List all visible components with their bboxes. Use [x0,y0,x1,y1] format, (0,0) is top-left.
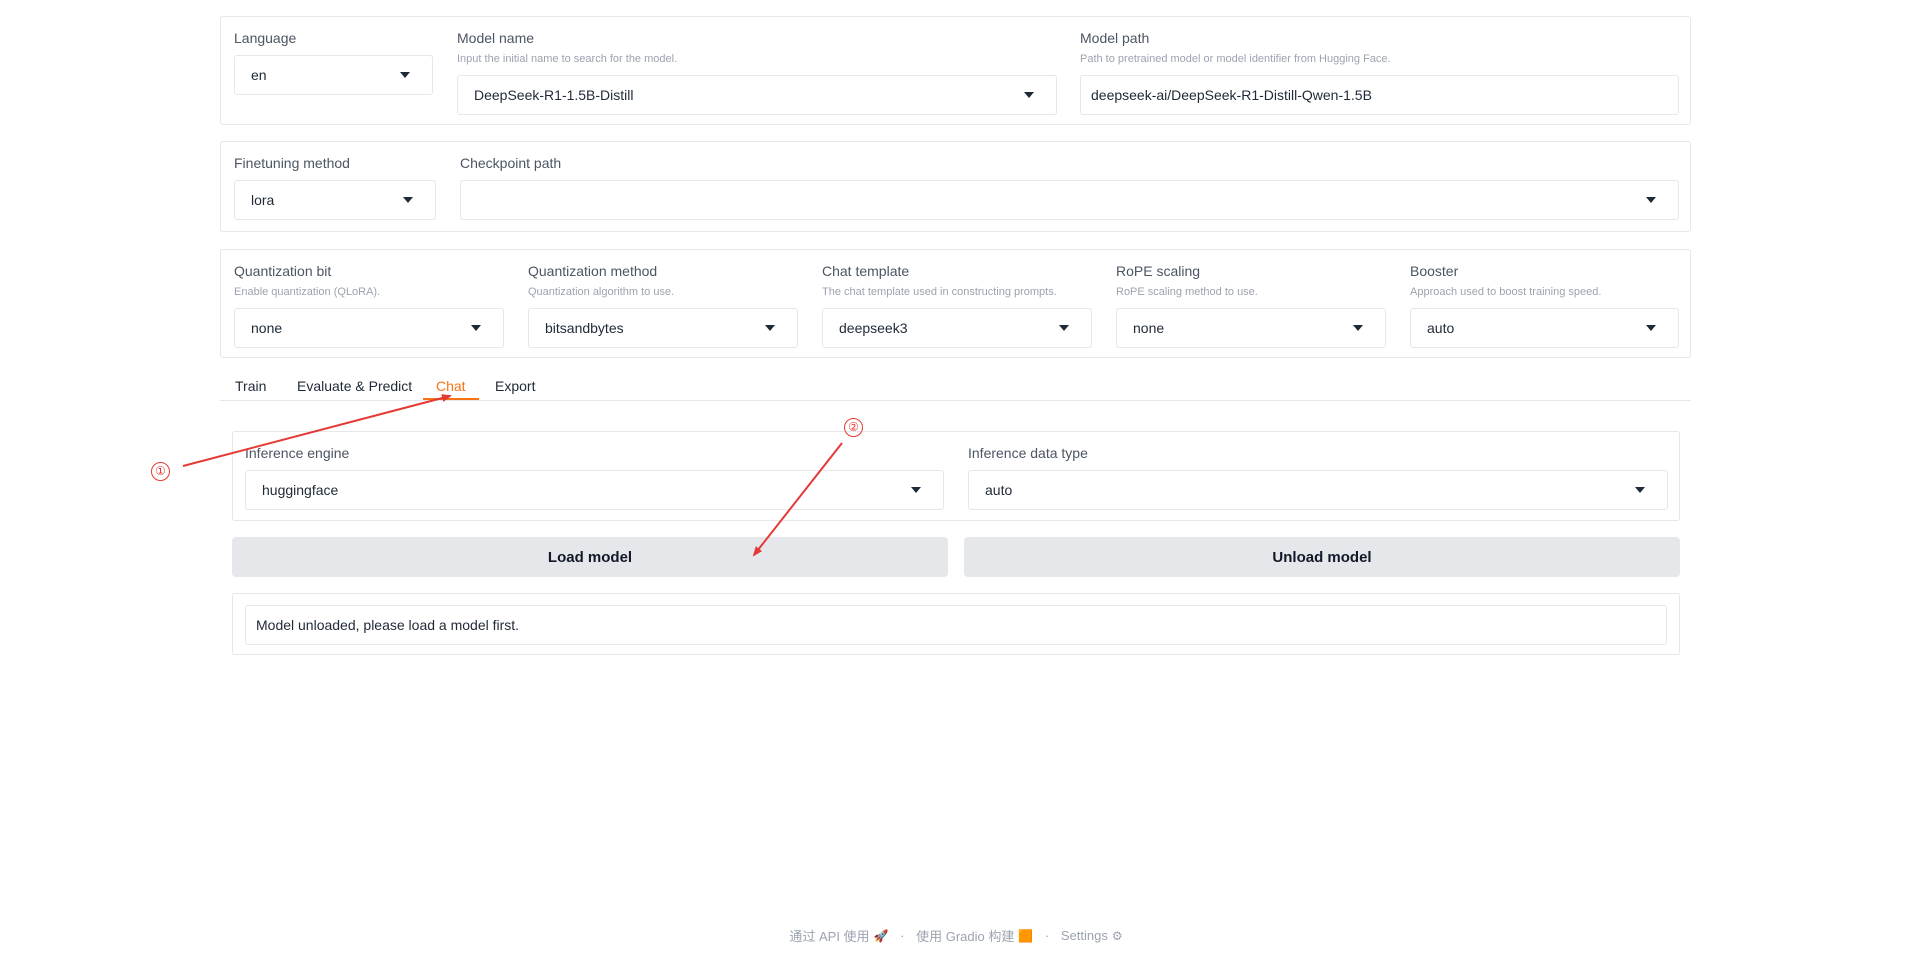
model-name-info: Input the initial name to search for the… [457,53,678,65]
booster-value: auto [1427,320,1455,336]
chevron-down-icon [1353,325,1363,331]
info-textbox[interactable]: Model unloaded, please load a model firs… [245,605,1667,645]
chevron-down-icon [1646,197,1656,203]
active-tab-indicator [423,398,479,400]
booster-field: Booster Approach used to boost training … [1410,262,1679,348]
inference-panel: Inference engine huggingface Inference d… [232,431,1680,521]
chevron-down-icon [765,325,775,331]
finetuning-method-dropdown[interactable]: lora [234,180,436,220]
finetuning-method-field: Finetuning method lora [234,154,436,220]
info-panel: Model unloaded, please load a model firs… [232,593,1680,655]
rope-scaling-label: RoPE scaling [1116,263,1201,279]
unload-model-button[interactable]: Unload model [964,537,1680,577]
model-panel: Language en Model name Input the initial… [220,16,1691,125]
tab-export[interactable]: Export [495,378,535,394]
checkpoint-path-dropdown[interactable] [460,180,1679,220]
checkpoint-path-field: Checkpoint path [460,154,1679,220]
chevron-down-icon [1024,92,1034,98]
language-dropdown[interactable]: en [234,55,433,95]
model-name-field: Model name Input the initial name to sea… [457,29,1057,115]
finetuning-method-label: Finetuning method [234,155,350,171]
chevron-down-icon [1059,325,1069,331]
language-value: en [251,67,267,83]
use-via-api-link[interactable]: 通过 API 使用 [789,929,869,944]
footer: 通过 API 使用 🚀 · 使用 Gradio 构建 🟧 · Settings ⚙ [0,926,1912,945]
inference-dtype-dropdown[interactable]: auto [968,470,1668,510]
footer-separator: · [1044,928,1050,943]
tab-bar: Train Evaluate & Predict Chat Export [220,368,1691,401]
quantization-method-label: Quantization method [528,263,658,279]
quantization-bit-field: Quantization bit Enable quantization (QL… [234,262,504,348]
inference-engine-dropdown[interactable]: huggingface [245,470,944,510]
chevron-down-icon [1635,487,1645,493]
finetune-panel: Finetuning method lora Checkpoint path [220,141,1691,232]
checkpoint-path-label: Checkpoint path [460,155,562,171]
advanced-panel: Quantization bit Enable quantization (QL… [220,249,1691,358]
model-name-dropdown[interactable]: DeepSeek-R1-1.5B-Distill [457,75,1057,115]
booster-label: Booster [1410,263,1459,279]
model-path-label: Model path [1080,30,1150,46]
tab-train[interactable]: Train [235,378,266,394]
quantization-method-info: Quantization algorithm to use. [528,286,675,298]
tab-evaluate-predict[interactable]: Evaluate & Predict [297,378,412,394]
rope-scaling-value: none [1133,320,1165,336]
language-field: Language en [234,29,433,95]
model-name-label: Model name [457,30,535,46]
inference-engine-field: Inference engine huggingface [245,444,944,510]
rope-scaling-info: RoPE scaling method to use. [1116,286,1258,298]
booster-dropdown[interactable]: auto [1410,308,1679,348]
booster-info: Approach used to boost training speed. [1410,286,1602,298]
quantization-method-dropdown[interactable]: bitsandbytes [528,308,798,348]
annotation-marker-2: ② [844,418,863,437]
chat-template-field: Chat template The chat template used in … [822,262,1092,348]
chevron-down-icon [403,197,413,203]
rope-scaling-field: RoPE scaling RoPE scaling method to use.… [1116,262,1386,348]
chevron-down-icon [1646,325,1656,331]
model-path-value: deepseek-ai/DeepSeek-R1-Distill-Qwen-1.5… [1091,87,1372,103]
chat-template-label: Chat template [822,263,910,279]
chevron-down-icon [400,72,410,78]
inference-dtype-label: Inference data type [968,445,1088,461]
settings-link[interactable]: Settings [1061,928,1108,943]
chat-template-value: deepseek3 [839,320,908,336]
gradio-logo-icon: 🟧 [1018,928,1034,943]
quantization-bit-dropdown[interactable]: none [234,308,504,348]
built-with-gradio-link[interactable]: 使用 Gradio 构建 [916,929,1014,944]
inference-engine-label: Inference engine [245,445,350,461]
quantization-bit-info: Enable quantization (QLoRA). [234,286,381,298]
chevron-down-icon [911,487,921,493]
model-path-input[interactable]: deepseek-ai/DeepSeek-R1-Distill-Qwen-1.5… [1080,75,1679,115]
info-text: Model unloaded, please load a model firs… [256,617,520,633]
load-model-button[interactable]: Load model [232,537,948,577]
inference-dtype-field: Inference data type auto [968,444,1668,510]
quantization-method-field: Quantization method Quantization algorit… [528,262,798,348]
chat-template-info: The chat template used in constructing p… [822,286,1057,298]
model-name-value: DeepSeek-R1-1.5B-Distill [474,87,634,103]
quantization-bit-label: Quantization bit [234,263,332,279]
language-label: Language [234,30,297,46]
footer-separator: · [900,928,905,943]
gear-icon: ⚙ [1111,928,1123,943]
finetuning-method-value: lora [251,192,275,208]
chat-template-dropdown[interactable]: deepseek3 [822,308,1092,348]
model-path-info: Path to pretrained model or model identi… [1080,53,1391,65]
app-page: Language en Model name Input the initial… [0,0,1912,962]
model-path-field: Model path Path to pretrained model or m… [1080,29,1679,115]
quantization-method-value: bitsandbytes [545,320,624,336]
tab-chat[interactable]: Chat [436,378,466,394]
inference-engine-value: huggingface [262,482,339,498]
annotation-marker-1: ① [151,462,170,481]
quantization-bit-value: none [251,320,283,336]
rope-scaling-dropdown[interactable]: none [1116,308,1386,348]
rocket-icon: 🚀 [873,928,889,943]
inference-dtype-value: auto [985,482,1013,498]
chevron-down-icon [471,325,481,331]
